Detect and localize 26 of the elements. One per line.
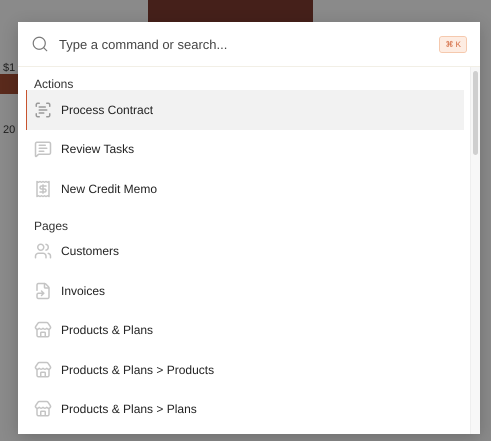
command-item[interactable]: Products & Plans > Plans: [26, 390, 464, 429]
date-text: 20: [3, 124, 16, 136]
command-item[interactable]: Products & Plans: [26, 310, 464, 350]
command-item[interactable]: Process Contract: [26, 90, 464, 130]
document-icon: [34, 282, 52, 300]
store-icon: [34, 400, 52, 418]
search-field[interactable]: Type a command or search...: [57, 36, 432, 52]
group-heading: Pages: [33, 218, 70, 232]
store-icon: [34, 360, 52, 379]
chart-bar: [0, 74, 18, 94]
message-icon: [34, 140, 52, 158]
group-heading: Actions: [33, 76, 74, 90]
amount-text: $1: [3, 62, 16, 74]
shortcut-hint: ⌘ K: [439, 36, 467, 52]
search-icon: [31, 35, 49, 53]
scan-document-icon: [34, 100, 52, 119]
command-item[interactable]: Products & Plans > Products: [26, 350, 464, 390]
command-item[interactable]: Invoices: [26, 271, 464, 310]
scrollbar-thumb[interactable]: [473, 71, 478, 155]
store-icon: [34, 321, 52, 340]
command-item[interactable]: Review Tasks: [26, 130, 464, 169]
scrollbar[interactable]: [470, 67, 480, 434]
receipt-icon: [34, 180, 52, 198]
command-item[interactable]: New Credit Memo: [26, 169, 464, 208]
people-icon: [34, 242, 52, 260]
command-item[interactable]: Customers: [26, 232, 464, 271]
